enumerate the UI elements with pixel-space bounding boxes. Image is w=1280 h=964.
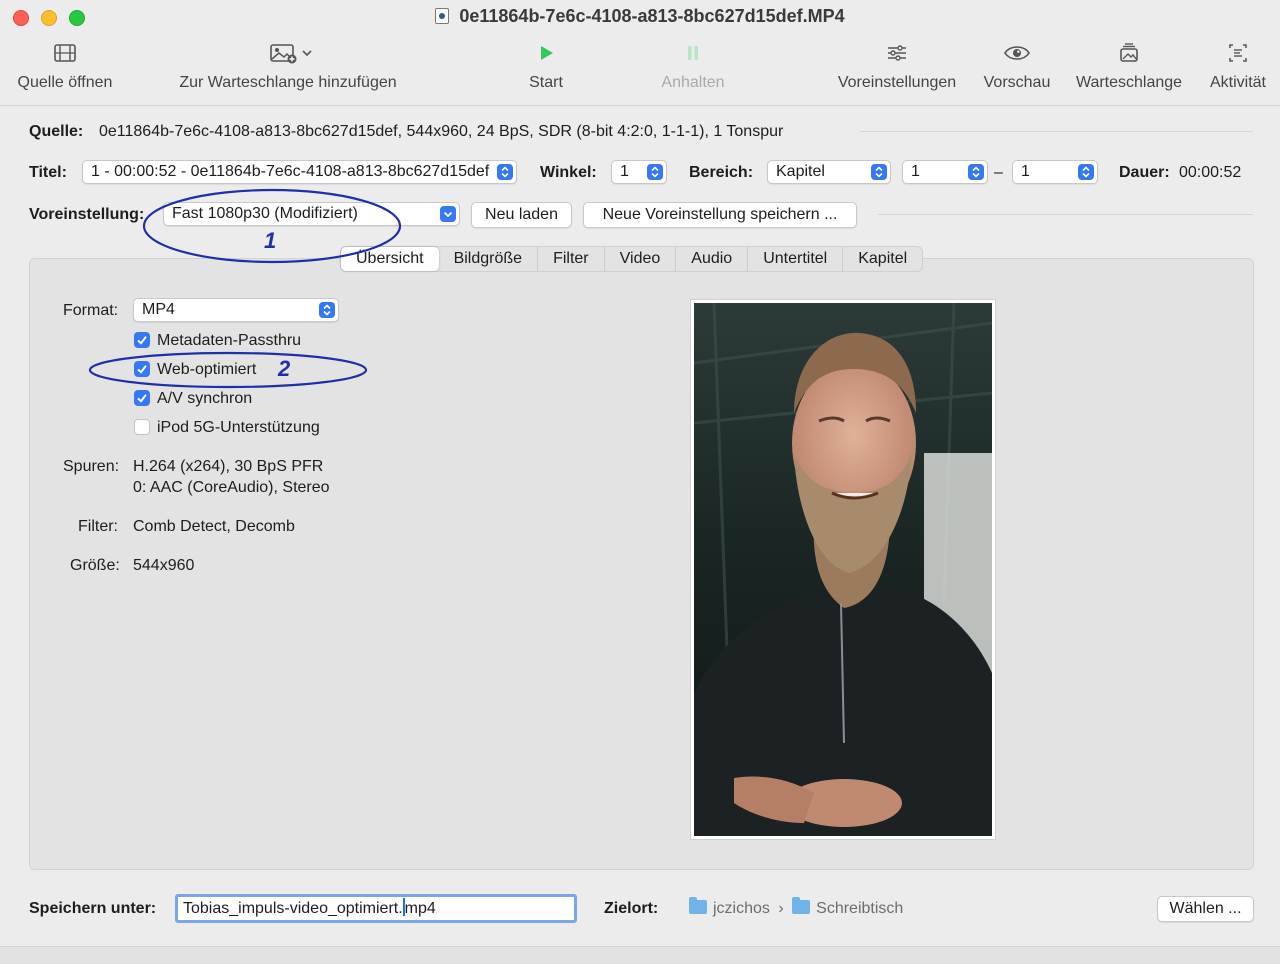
filename-part-1: Tobias_impuls-video_optimiert.: [183, 900, 403, 917]
annotation-overlay: [88, 188, 402, 389]
annotation-ellipse-web-optimized: [88, 351, 368, 389]
filename-part-2: mp4: [404, 900, 436, 917]
bottom-status-strip: [0, 946, 1280, 964]
path-user: jczichos: [713, 900, 770, 917]
path-folder: Schreibtisch: [816, 900, 904, 917]
save-as-label: Speichern unter:: [29, 900, 157, 917]
save-filename-input[interactable]: Tobias_impuls-video_optimiert. mp4: [175, 894, 577, 923]
home-folder-icon: [689, 897, 707, 914]
path-separator: ›: [778, 900, 784, 917]
annotation-marker-2: 2: [278, 356, 291, 381]
destination-path[interactable]: jczichos › Schreibtisch: [689, 897, 904, 918]
destination-label: Zielort:: [604, 900, 659, 917]
annotation-marker-1: 1: [264, 228, 277, 253]
desktop-folder-icon: [792, 897, 811, 914]
choose-destination-button[interactable]: Wählen ...: [1157, 896, 1254, 922]
